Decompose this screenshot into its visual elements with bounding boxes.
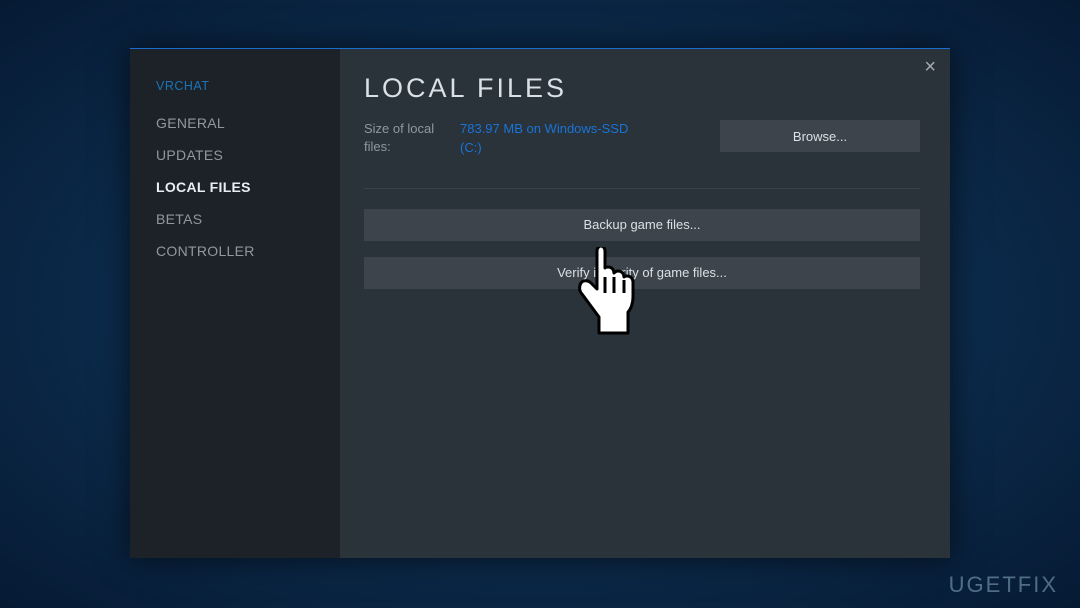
sidebar: VRCHAT GENERAL UPDATES LOCAL FILES BETAS… <box>130 49 340 558</box>
backup-game-files-button[interactable]: Backup game files... <box>364 209 920 241</box>
sidebar-item-local-files[interactable]: LOCAL FILES <box>156 179 340 195</box>
browse-button[interactable]: Browse... <box>720 120 920 152</box>
game-title: VRCHAT <box>156 79 340 93</box>
sidebar-item-betas[interactable]: BETAS <box>156 211 340 227</box>
size-line1: 783.97 MB on Windows-SSD <box>460 121 628 136</box>
watermark: UGETFIX <box>949 572 1058 598</box>
divider <box>364 188 920 189</box>
page-title: LOCAL FILES <box>364 73 920 104</box>
properties-window: VRCHAT GENERAL UPDATES LOCAL FILES BETAS… <box>130 48 950 558</box>
close-button[interactable]: × <box>924 57 936 77</box>
size-info-row: Size of local files: 783.97 MB on Window… <box>364 120 920 158</box>
sidebar-item-general[interactable]: GENERAL <box>156 115 340 131</box>
verify-integrity-button[interactable]: Verify integrity of game files... <box>364 257 920 289</box>
content-area: × LOCAL FILES Size of local files: 783.9… <box>340 49 950 558</box>
size-label: Size of local files: <box>364 120 450 155</box>
sidebar-item-controller[interactable]: CONTROLLER <box>156 243 340 259</box>
size-value[interactable]: 783.97 MB on Windows-SSD (C:) <box>460 120 660 158</box>
size-line2: (C:) <box>460 140 482 155</box>
sidebar-item-updates[interactable]: UPDATES <box>156 147 340 163</box>
